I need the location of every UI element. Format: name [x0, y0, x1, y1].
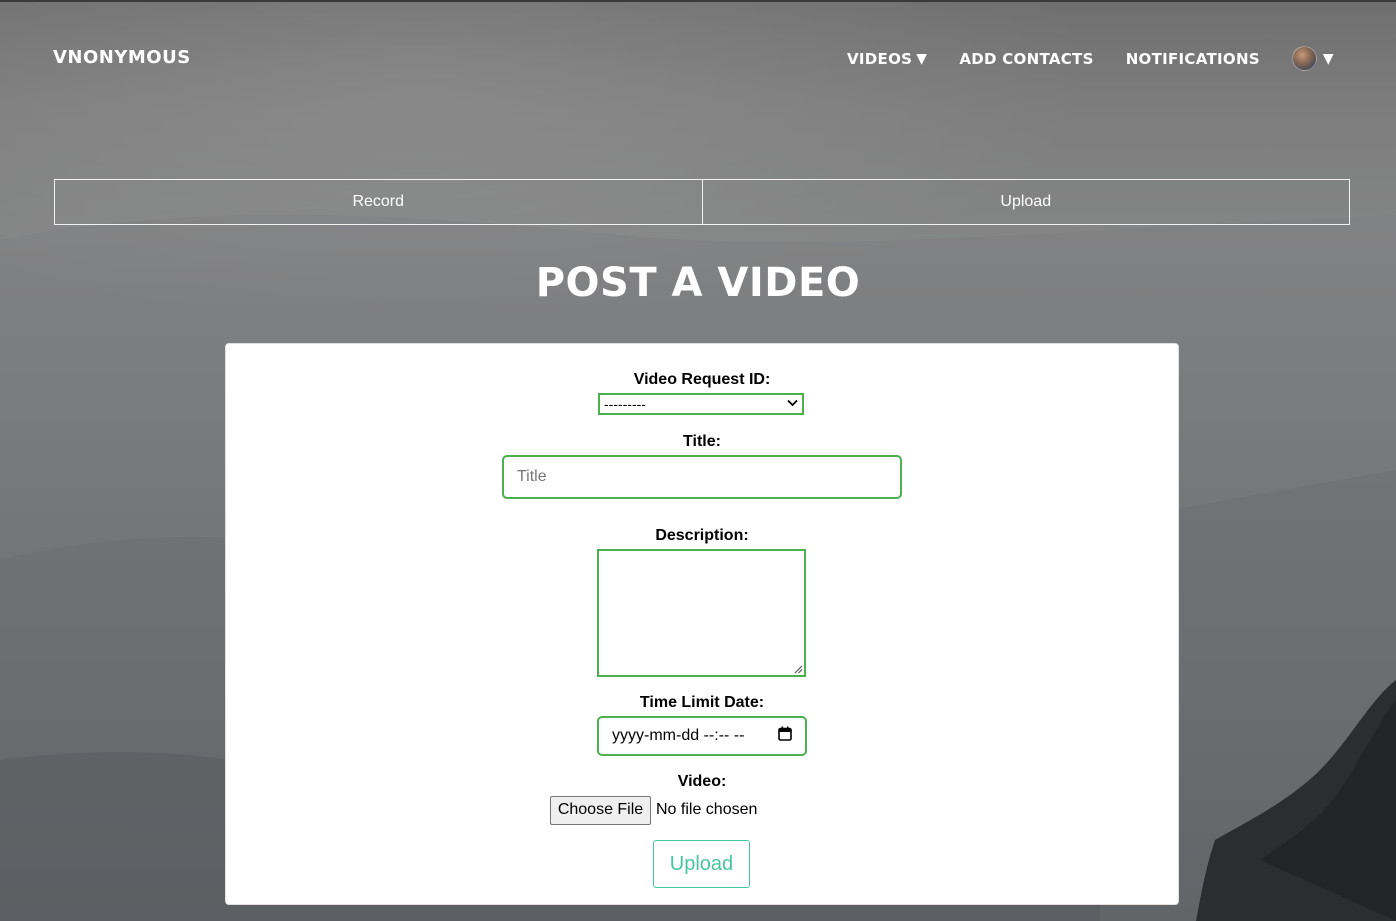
video-label: Video:	[677, 773, 727, 790]
request-id-label: Video Request ID:	[633, 371, 771, 388]
avatar-icon	[1291, 46, 1317, 71]
chevron-down-icon: ▼	[916, 50, 928, 67]
tab-record[interactable]: Record	[54, 179, 703, 225]
nav-notifications-label: NOTIFICATIONS	[1125, 49, 1260, 68]
time-limit-placeholder: yyyy-mm-dd --:-- --	[612, 727, 745, 744]
title-input[interactable]	[502, 455, 902, 499]
nav-add-contacts[interactable]: ADD CONTACTS	[959, 50, 1093, 68]
page-title: POST A VIDEO	[535, 260, 861, 306]
title-label: Title:	[683, 433, 721, 450]
nav-add-contacts-label: ADD CONTACTS	[959, 49, 1094, 68]
tab-record-label: Record	[352, 193, 405, 210]
tab-upload-label: Upload	[1000, 193, 1052, 210]
nav-profile-menu[interactable]: ▼	[1291, 46, 1334, 71]
upload-submit-button[interactable]: Upload	[653, 840, 750, 888]
tab-upload[interactable]: Upload	[701, 179, 1350, 225]
nav-videos-label: VIDEOS	[846, 49, 913, 68]
choose-file-button[interactable]: Choose File	[550, 795, 651, 825]
chevron-down-icon	[787, 398, 798, 410]
description-label: Description:	[655, 527, 749, 544]
main-nav: VIDEOS ▼ ADD CONTACTS NOTIFICATIONS ▼	[847, 46, 1334, 71]
post-video-form: Video Request ID: --------- Title: Descr…	[225, 343, 1179, 905]
nav-notifications[interactable]: NOTIFICATIONS	[1126, 50, 1260, 68]
request-id-select[interactable]: ---------	[598, 393, 804, 415]
video-file-input: Choose File No file chosen	[550, 795, 757, 825]
mode-tabs: Record Upload	[54, 179, 1350, 225]
time-limit-label: Time Limit Date:	[639, 694, 765, 711]
request-id-selected-value: ---------	[604, 396, 646, 412]
brand-logo[interactable]: VNONYMOUS	[53, 47, 191, 68]
time-limit-datetime-input[interactable]: yyyy-mm-dd --:-- --	[597, 716, 807, 756]
chevron-down-icon: ▼	[1322, 50, 1334, 67]
description-textarea[interactable]	[597, 549, 806, 677]
nav-videos[interactable]: VIDEOS ▼	[847, 50, 927, 68]
calendar-icon[interactable]	[778, 726, 792, 746]
file-status-text: No file chosen	[656, 801, 758, 818]
